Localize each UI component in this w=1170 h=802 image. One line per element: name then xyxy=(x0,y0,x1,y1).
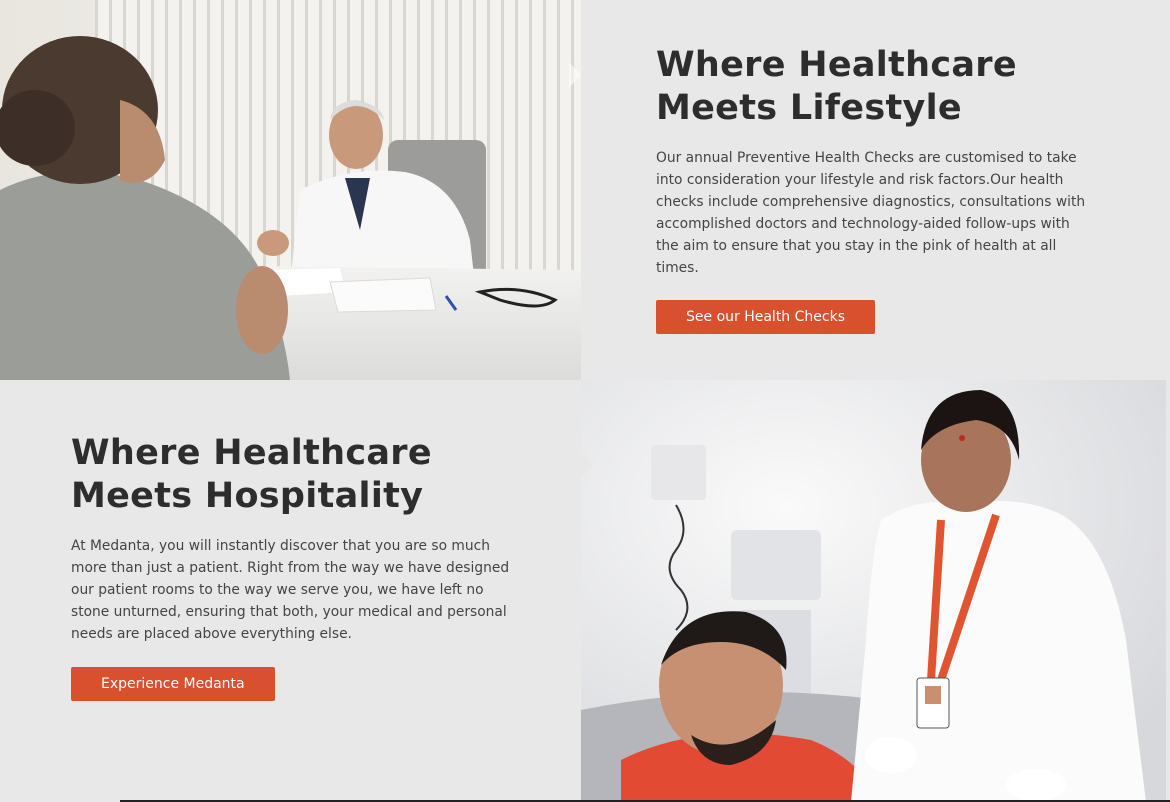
lifestyle-heading-line2: Meets Lifestyle xyxy=(656,88,962,128)
lifestyle-heading: Where Healthcare Meets Lifestyle xyxy=(656,44,1096,130)
lifestyle-description: Our annual Preventive Health Checks are … xyxy=(656,150,1086,276)
hospitality-heading: Where Healthcare Meets Hospitality xyxy=(71,432,521,518)
hospitality-section: Where Healthcare Meets Hospitality At Me… xyxy=(71,432,521,701)
page: Where Healthcare Meets Lifestyle Our ann… xyxy=(0,0,1170,802)
experience-medanta-button[interactable]: Experience Medanta xyxy=(71,667,275,701)
nurse-patient-photo xyxy=(581,380,1166,802)
section-pointer-bottom xyxy=(581,452,593,478)
hospitality-heading-line2: Meets Hospitality xyxy=(71,476,424,516)
section-pointer-top xyxy=(569,62,581,88)
lifestyle-section: Where Healthcare Meets Lifestyle Our ann… xyxy=(656,44,1096,334)
hospitality-description: At Medanta, you will instantly discover … xyxy=(71,538,510,642)
lifestyle-heading-line1: Where Healthcare xyxy=(656,45,1017,85)
doctor-consultation-photo xyxy=(0,0,581,380)
hospitality-heading-line1: Where Healthcare xyxy=(71,433,432,473)
see-health-checks-button[interactable]: See our Health Checks xyxy=(656,300,875,334)
